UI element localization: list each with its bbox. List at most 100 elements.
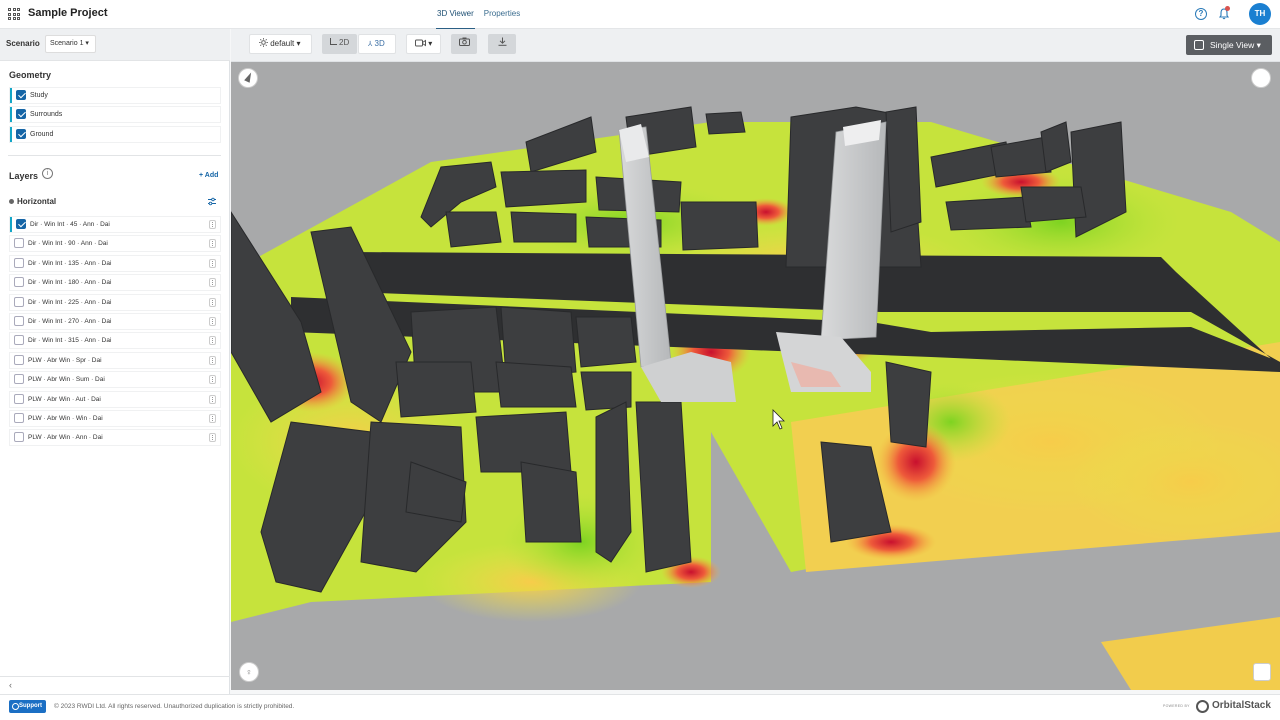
geometry-item-label: Surrounds (30, 111, 63, 118)
layer-item[interactable]: Dir · Win Int · 90 · Ann · Dai (10, 236, 220, 252)
mode-3d-button[interactable]: ⅄ 3D (358, 34, 396, 54)
screenshot-button[interactable] (451, 34, 477, 54)
kebab-menu-icon[interactable] (209, 278, 216, 288)
layer-label: Dir · Win Int · 270 · Ann · Dai (28, 318, 112, 325)
scenario-value: Scenario 1 (50, 40, 84, 47)
layer-label: Dir · Win Int · 315 · Ann · Dai (28, 337, 112, 345)
kebab-menu-icon[interactable] (209, 317, 216, 326)
checkbox[interactable] (14, 413, 24, 423)
layer-label: Dir · Win Int · 225 · Ann · Dai (28, 298, 112, 306)
project-title: Sample Project (28, 7, 108, 19)
mode-3d-label: 3D (374, 39, 385, 48)
geometry-item-label: Ground (30, 131, 54, 138)
download-icon (498, 37, 507, 46)
download-button[interactable] (488, 34, 516, 54)
user-avatar[interactable]: TH (1249, 3, 1271, 25)
kebab-menu-icon[interactable] (209, 297, 216, 307)
scenario-bar: Scenario Scenario 1 ▾ (0, 29, 230, 61)
axes-3d-icon: ⅄ (368, 41, 373, 48)
footer: Support © 2023 RWDI Ltd. All rights rese… (0, 694, 1280, 720)
geometry-item-label: Study (30, 92, 48, 99)
legend-toggle-icon[interactable] (1253, 663, 1271, 681)
kebab-menu-icon[interactable] (209, 336, 216, 346)
kebab-menu-icon[interactable] (209, 433, 216, 443)
view-mode-label: Single View (1210, 40, 1255, 50)
layer-item[interactable]: PLW · Abr Win · Sum · Dai (10, 372, 220, 388)
sun-icon (259, 38, 268, 47)
checkbox[interactable] (14, 277, 24, 288)
layer-item[interactable]: PLW · Abr Win · Aut · Dai (10, 391, 220, 407)
info-icon[interactable]: i (42, 168, 53, 179)
view-mode-dropdown[interactable]: Single View ▾ (1186, 35, 1272, 55)
geometry-item-surrounds[interactable]: Surrounds (10, 107, 220, 122)
compass-icon[interactable] (238, 68, 258, 88)
sidebar-collapse-bar: ‹ (0, 676, 230, 694)
checkbox[interactable] (14, 393, 24, 404)
help-icon[interactable]: ? (1195, 8, 1207, 20)
tab-properties[interactable]: Properties (483, 0, 521, 29)
scenario-select[interactable]: Scenario 1 ▾ (45, 35, 96, 53)
axes-2d-icon (330, 38, 337, 45)
geometry-item-ground[interactable]: Ground (10, 127, 220, 142)
chevron-left-icon[interactable]: ‹ (9, 680, 12, 690)
geometry-title: Geometry (9, 70, 52, 80)
add-layer-button[interactable]: + Add (199, 172, 218, 179)
kebab-menu-icon[interactable] (209, 375, 216, 385)
orbit-rotate-icon[interactable] (1251, 68, 1271, 88)
layer-item[interactable]: Dir · Win Int · 315 · Ann · Dai (10, 333, 220, 349)
checkbox[interactable] (16, 219, 26, 229)
layers-title: Layers (9, 171, 39, 181)
kebab-menu-icon[interactable] (209, 355, 216, 365)
checkbox[interactable] (16, 90, 26, 100)
kebab-menu-icon[interactable] (209, 258, 216, 268)
filter-icon[interactable] (207, 197, 217, 206)
divider (8, 155, 221, 156)
checkbox[interactable] (14, 335, 24, 346)
lighting-value: default (270, 39, 295, 48)
layer-item[interactable]: Dir · Win Int · 270 · Ann · Dai (10, 314, 220, 329)
group-title-horizontal[interactable]: Horizontal (17, 197, 56, 206)
checkbox[interactable] (14, 354, 24, 365)
layer-item[interactable]: Dir · Win Int · 180 · Ann · Dai (10, 275, 220, 291)
kebab-menu-icon[interactable] (209, 239, 216, 249)
kebab-menu-icon[interactable] (209, 394, 216, 404)
scenario-label: Scenario (6, 39, 40, 48)
brand-name: OrbitalStack (1212, 700, 1271, 711)
checkbox[interactable] (14, 238, 24, 249)
support-button[interactable]: Support (9, 700, 46, 713)
checkbox[interactable] (14, 296, 24, 307)
3d-viewport[interactable]: ♀ (231, 62, 1280, 690)
layer-label: PLW · Abr Win · Spr · Dai (28, 356, 102, 364)
layer-item[interactable]: PLW · Abr Win · Win · Dai (10, 411, 220, 426)
kebab-menu-icon[interactable] (209, 414, 216, 423)
layer-label: Dir · Win Int · 135 · Ann · Dai (28, 259, 112, 267)
layer-item[interactable]: Dir · Win Int · 45 · Ann · Dai (10, 217, 220, 232)
camera-icon (459, 37, 470, 46)
checkbox[interactable] (14, 316, 24, 326)
tab-3d-viewer[interactable]: 3D Viewer (436, 0, 475, 29)
copyright-text: © 2023 RWDI Ltd. All rights reserved. Un… (54, 703, 295, 710)
checkbox[interactable] (16, 129, 26, 139)
layer-label: Dir · Win Int · 90 · Ann · Dai (28, 240, 108, 248)
layer-label: PLW · Abr Win · Sum · Dai (28, 376, 105, 384)
layer-item[interactable]: Dir · Win Int · 225 · Ann · Dai (10, 294, 220, 310)
checkbox[interactable] (14, 432, 24, 443)
checkbox[interactable] (16, 109, 26, 119)
app-grid-icon[interactable] (8, 8, 20, 20)
lighting-dropdown[interactable]: default ▾ (249, 34, 312, 54)
checkbox[interactable] (14, 257, 24, 268)
powered-by-label: POWERED BY (1163, 704, 1190, 708)
kebab-menu-icon[interactable] (209, 220, 216, 229)
checkbox[interactable] (14, 374, 24, 385)
layer-item[interactable]: PLW · Abr Win · Ann · Dai (10, 430, 220, 446)
single-view-icon (1194, 40, 1204, 50)
mode-2d-button[interactable]: 2D (322, 34, 357, 54)
top-bar: Sample Project 3D Viewer Properties ? TH (0, 0, 1280, 29)
notification-badge (1225, 6, 1230, 11)
lightbulb-icon[interactable]: ♀ (239, 662, 259, 682)
scene-canvas[interactable] (231, 62, 1280, 690)
layer-item[interactable]: PLW · Abr Win · Spr · Dai (10, 352, 220, 368)
camera-dropdown[interactable]: ▾ (406, 34, 441, 54)
layer-item[interactable]: Dir · Win Int · 135 · Ann · Dai (10, 255, 220, 271)
geometry-item-study[interactable]: Study (10, 88, 220, 103)
